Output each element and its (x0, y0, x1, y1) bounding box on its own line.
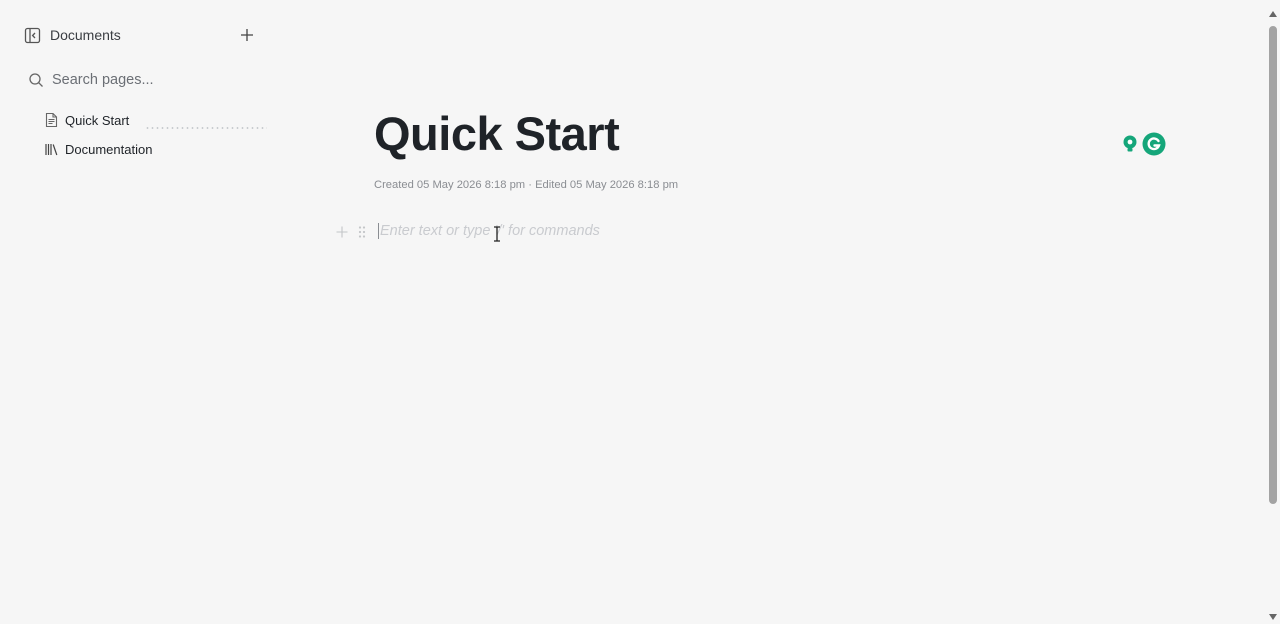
sidebar-header: Documents (24, 24, 264, 46)
sidebar-item-label: Documentation (65, 141, 153, 157)
plus-icon (336, 226, 348, 238)
grammarly-icon (1142, 132, 1166, 156)
grammarly-button[interactable] (1142, 132, 1166, 156)
sidebar-item-quick-start[interactable]: Quick Start (44, 110, 129, 130)
drag-handle-button[interactable] (352, 222, 372, 242)
plus-icon (241, 29, 253, 41)
main-content: Quick Start Created 05 May 2026 8:18 pm … (280, 0, 1266, 624)
editor-block: Enter text or type '/' for commands (332, 222, 778, 242)
editor-placeholder: Enter text or type '/' for commands (378, 223, 600, 239)
search-pages[interactable]: Search pages... (28, 69, 264, 91)
add-page-button[interactable] (236, 24, 258, 46)
page-timestamps: Created 05 May 2026 8:18 pm · Edited 05 … (374, 179, 679, 191)
add-block-button[interactable] (332, 222, 352, 242)
lightbulb-icon (1123, 135, 1137, 152)
scroll-up-icon[interactable] (1269, 11, 1277, 17)
drag-handle-icon (358, 226, 366, 238)
search-icon (29, 73, 43, 87)
document-icon (45, 112, 58, 128)
text-cursor-icon (494, 226, 500, 242)
sidebar: Documents Search pages... Quick Start Do… (0, 0, 280, 624)
scroll-down-icon[interactable] (1269, 614, 1277, 620)
drag-indicator (145, 127, 267, 129)
library-icon (45, 144, 58, 156)
extension-lightbulb-button[interactable] (1118, 132, 1142, 156)
scrollbar[interactable] (1266, 0, 1280, 624)
sidebar-item-label: Quick Start (65, 112, 130, 128)
editor-input[interactable]: Enter text or type '/' for commands (378, 222, 778, 242)
scrollbar-thumb[interactable] (1269, 26, 1277, 504)
sidebar-title: Documents (50, 27, 121, 43)
collapse-sidebar-icon[interactable] (24, 27, 41, 44)
page-title[interactable]: Quick Start (374, 106, 620, 162)
search-input[interactable]: Search pages... (52, 72, 154, 88)
sidebar-item-documentation[interactable]: Documentation (44, 139, 152, 159)
